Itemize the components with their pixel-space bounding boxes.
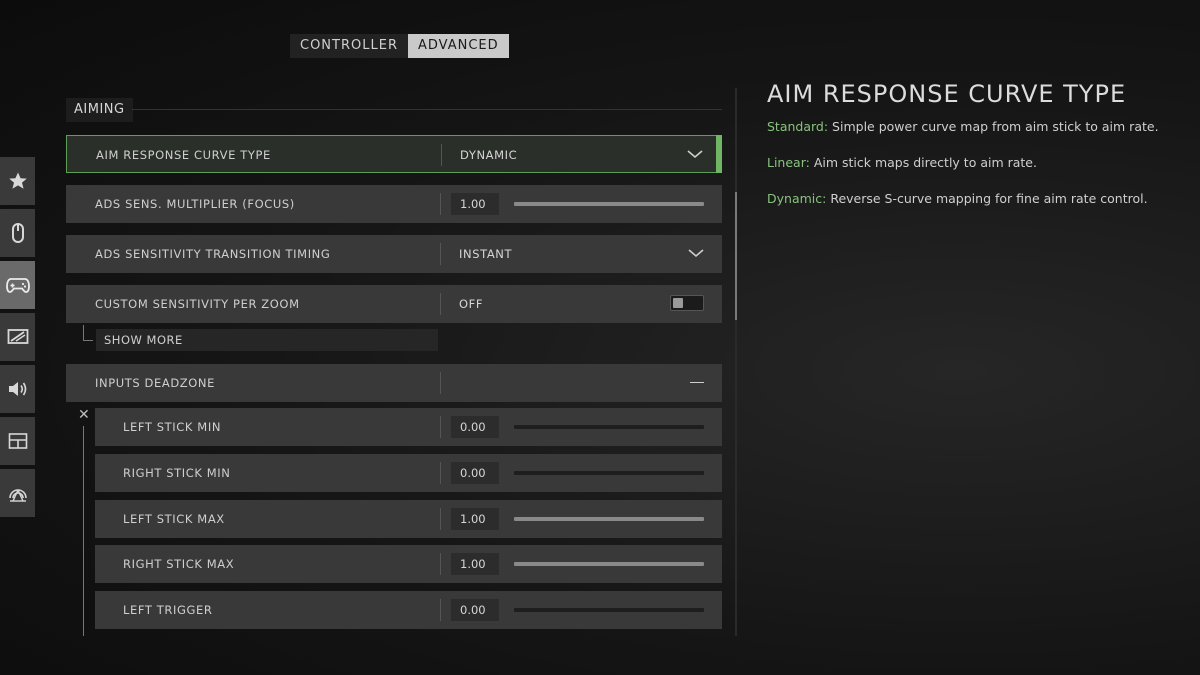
dropdown-value: INSTANT (459, 247, 513, 261)
row-divider (441, 144, 442, 166)
nav-network[interactable] (0, 469, 35, 517)
row-divider (440, 293, 441, 315)
row-divider (440, 462, 441, 484)
network-icon (8, 489, 27, 502)
section-aiming: AIMING (66, 98, 722, 122)
slider[interactable] (514, 517, 704, 521)
setting-right-stick-min[interactable]: RIGHT STICK MIN 0.00 (95, 454, 722, 492)
description-standard: Standard: Simple power curve map from ai… (767, 119, 1187, 134)
slider-fill (514, 202, 704, 206)
setting-aim-response-curve[interactable]: AIM RESPONSE CURVE TYPE DYNAMIC (66, 135, 722, 173)
row-divider (440, 599, 441, 621)
settings-tabs: CONTROLLER ADVANCED (290, 34, 509, 58)
nav-favorites[interactable] (0, 157, 35, 205)
term-standard: Standard: (767, 119, 829, 134)
section-title: AIMING (66, 98, 133, 122)
slider[interactable] (514, 202, 704, 206)
setting-label: ADS SENS. MULTIPLIER (FOCUS) (95, 197, 295, 211)
slider-fill (514, 517, 704, 521)
interface-layout-icon (8, 433, 27, 449)
setting-right-stick-max[interactable]: RIGHT STICK MAX 1.00 (95, 545, 722, 583)
mouse-icon (11, 223, 24, 243)
description-dynamic: Dynamic: Reverse S-curve mapping for fin… (767, 191, 1187, 206)
chevron-down-icon (688, 249, 704, 258)
tab-advanced[interactable]: ADVANCED (407, 34, 509, 58)
row-divider (440, 553, 441, 575)
display-icon (7, 329, 28, 344)
star-icon (8, 172, 27, 189)
row-divider (440, 193, 441, 215)
description-title: AIM RESPONSE CURVE TYPE (767, 80, 1127, 108)
nav-audio[interactable] (0, 365, 35, 413)
row-divider (440, 243, 441, 265)
setting-label: ADS SENSITIVITY TRANSITION TIMING (95, 247, 331, 261)
setting-inputs-deadzone[interactable]: INPUTS DEADZONE (66, 364, 722, 402)
value-field[interactable]: 1.00 (451, 508, 499, 530)
setting-label: CUSTOM SENSITIVITY PER ZOOM (95, 297, 300, 311)
value-field[interactable]: 0.00 (451, 416, 499, 438)
group-connector-line (83, 426, 84, 636)
definition-dynamic: Reverse S-curve mapping for fine aim rat… (826, 191, 1148, 206)
dropdown-value: DYNAMIC (460, 148, 518, 162)
value-field[interactable]: 1.00 (451, 553, 499, 575)
value-field[interactable]: 0.00 (451, 462, 499, 484)
scrollbar-thumb[interactable] (735, 192, 737, 320)
term-dynamic: Dynamic: (767, 191, 827, 206)
slider-fill (514, 562, 704, 566)
gamepad-icon (5, 278, 30, 293)
slider[interactable] (514, 425, 704, 429)
close-icon[interactable]: ✕ (78, 407, 90, 423)
speaker-icon (8, 382, 26, 396)
slider[interactable] (514, 471, 704, 475)
setting-ads-sens-multiplier[interactable]: ADS SENS. MULTIPLIER (FOCUS) 1.00 (66, 185, 722, 223)
term-linear: Linear: (767, 155, 810, 170)
value-field[interactable]: 1.00 (451, 193, 499, 215)
show-more-button[interactable]: SHOW MORE (96, 329, 438, 351)
nav-mouse[interactable] (0, 209, 35, 257)
toggle-knob (673, 298, 683, 308)
nav-interface[interactable] (0, 417, 35, 465)
nav-controller[interactable] (0, 261, 35, 309)
nav-graphics[interactable] (0, 313, 35, 361)
setting-label: LEFT TRIGGER (123, 603, 213, 617)
setting-label: RIGHT STICK MAX (123, 557, 235, 571)
setting-ads-transition-timing[interactable]: ADS SENSITIVITY TRANSITION TIMING INSTAN… (66, 235, 722, 273)
setting-label: RIGHT STICK MIN (123, 466, 231, 480)
setting-left-stick-max[interactable]: LEFT STICK MAX 1.00 (95, 500, 722, 538)
setting-label: LEFT STICK MIN (123, 420, 222, 434)
side-nav (0, 157, 35, 521)
setting-label: AIM RESPONSE CURVE TYPE (96, 148, 271, 162)
selection-indicator (716, 135, 722, 173)
setting-left-trigger[interactable]: LEFT TRIGGER 0.00 (95, 591, 722, 629)
toggle-state-text: OFF (459, 297, 484, 311)
definition-linear: Aim stick maps directly to aim rate. (809, 155, 1037, 170)
row-divider (440, 372, 441, 394)
slider[interactable] (514, 608, 704, 612)
description-linear: Linear: Aim stick maps directly to aim r… (767, 155, 1187, 170)
setting-label: INPUTS DEADZONE (95, 376, 215, 390)
collapse-icon[interactable] (690, 382, 704, 383)
setting-left-stick-min[interactable]: LEFT STICK MIN 0.00 (95, 408, 722, 446)
setting-custom-sens-per-zoom[interactable]: CUSTOM SENSITIVITY PER ZOOM OFF (66, 285, 722, 323)
tab-controller[interactable]: CONTROLLER (290, 34, 408, 58)
chevron-down-icon (687, 150, 703, 159)
scrollbar[interactable] (735, 88, 737, 636)
value-field[interactable]: 0.00 (451, 599, 499, 621)
slider[interactable] (514, 562, 704, 566)
definition-standard: Simple power curve map from aim stick to… (828, 119, 1159, 134)
tree-connector (83, 325, 93, 341)
row-divider (440, 508, 441, 530)
row-divider (440, 416, 441, 438)
toggle-switch[interactable] (670, 295, 704, 311)
setting-label: LEFT STICK MAX (123, 512, 225, 526)
section-divider (132, 109, 722, 110)
description-panel: AIM RESPONSE CURVE TYPE Standard: Simple… (767, 80, 1187, 227)
